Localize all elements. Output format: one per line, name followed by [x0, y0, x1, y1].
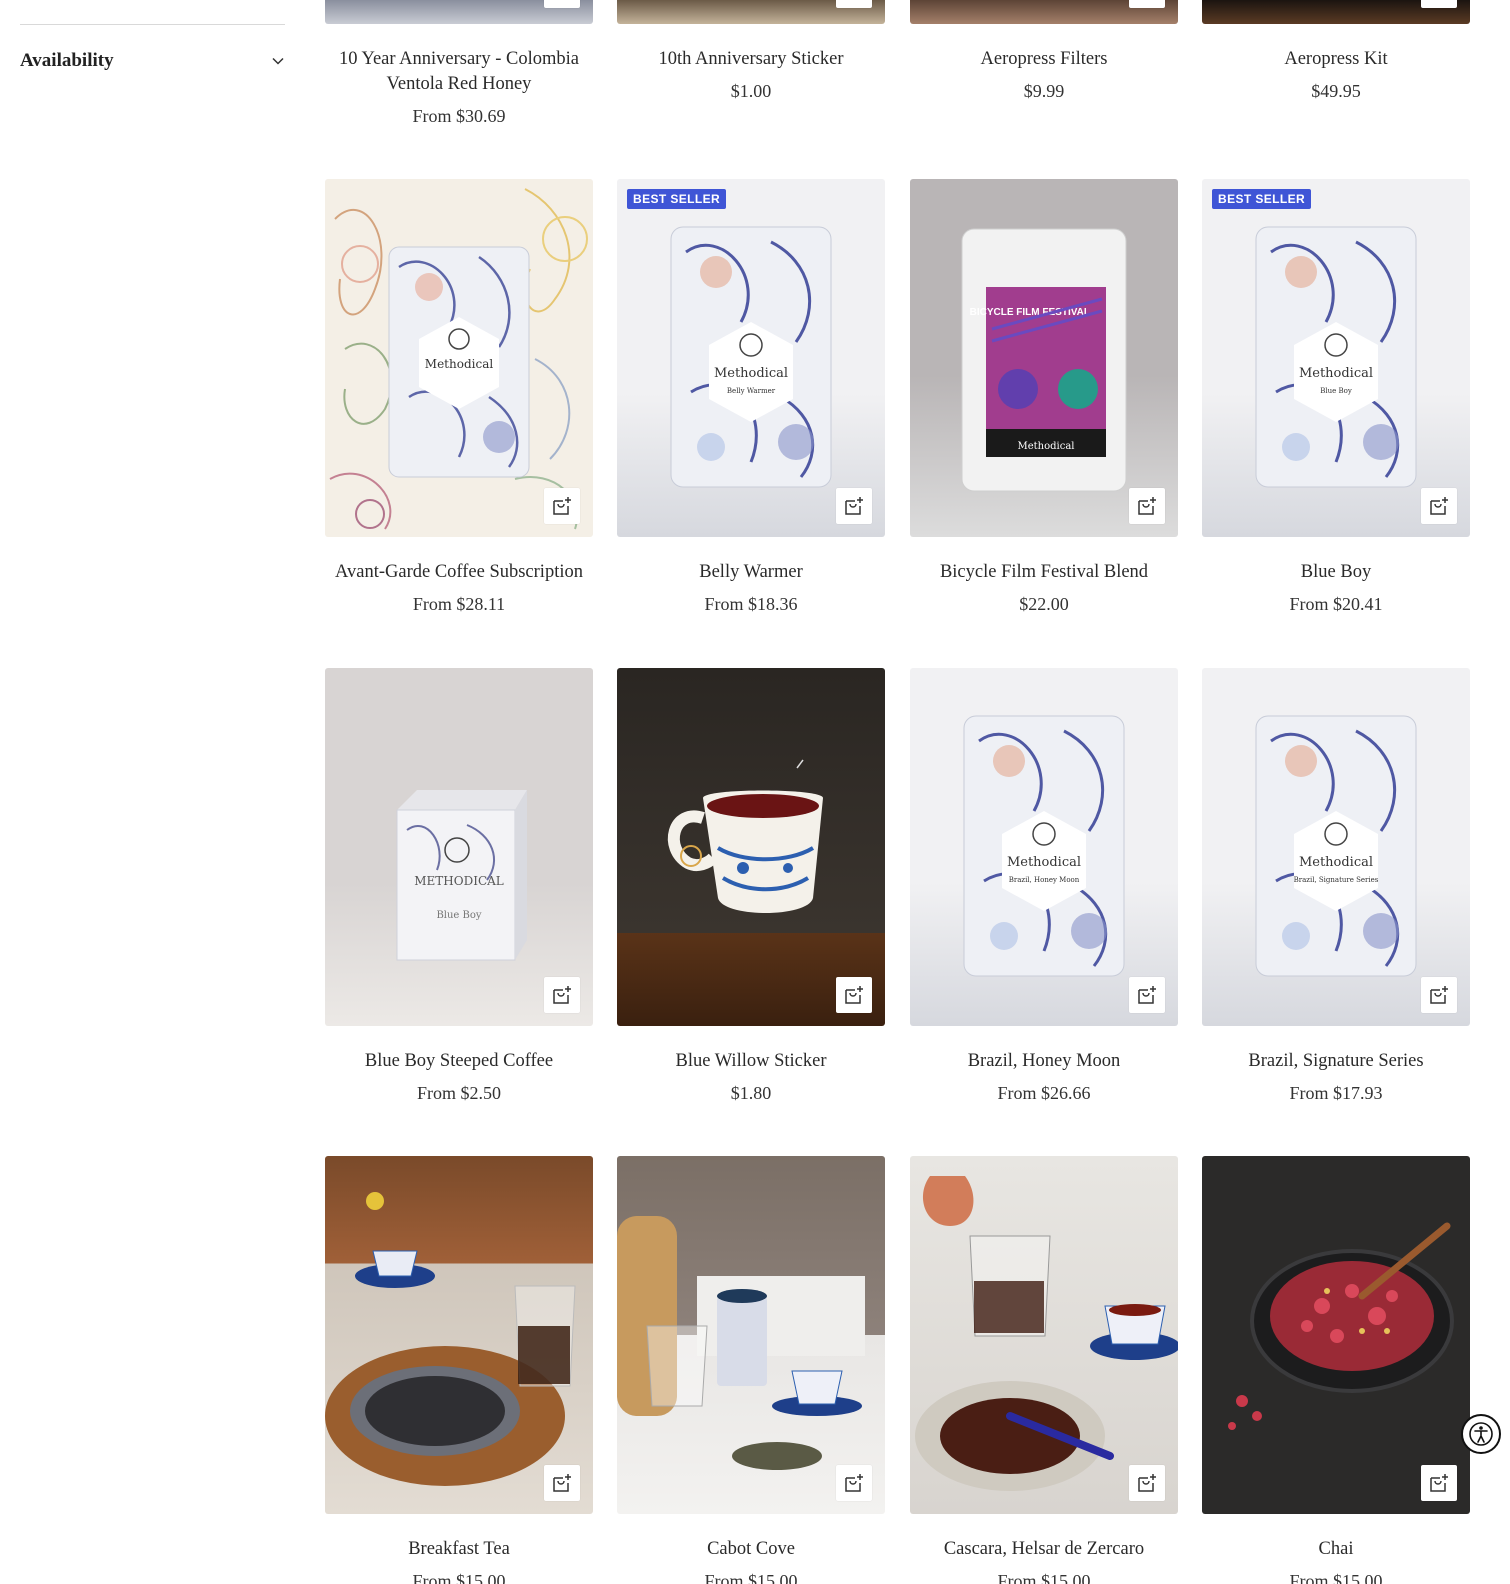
product-price: From $2.50: [416, 1083, 501, 1103]
product-price: $1.00: [730, 81, 772, 101]
product-image[interactable]: Methodical Brazil, Honey Moon: [910, 668, 1178, 1026]
sidebar-divider: [20, 24, 285, 25]
floral-bag-illustration: Methodical: [329, 188, 588, 530]
svg-text:Methodical: Methodical: [1299, 366, 1373, 381]
product-price: From $15.00: [704, 1571, 798, 1584]
tea-scene-illustration: [617, 1216, 865, 1470]
bag-plus-icon[interactable]: [544, 488, 580, 524]
availability-filter-toggle[interactable]: Availability: [20, 46, 285, 76]
chevron-down-icon: [271, 54, 285, 68]
tea-scene-illustration: [915, 1176, 1178, 1491]
product-price: From $20.41: [1289, 594, 1383, 614]
product-price: From $15.00: [997, 1571, 1091, 1584]
bag-plus-icon[interactable]: [836, 0, 872, 8]
tea-scene-illustration: [325, 1192, 576, 1486]
product-price: From $15.00: [412, 1571, 506, 1584]
product-image[interactable]: METHODICAL Blue Boy: [325, 668, 593, 1026]
product-price: From $15.00: [1289, 1571, 1383, 1584]
product-price: From $17.93: [1289, 1083, 1383, 1103]
best-seller-badge: BEST SELLER: [627, 189, 727, 209]
product-title[interactable]: Bicycle Film Festival Blend: [902, 560, 1186, 585]
tea-bowl-illustration: [1228, 1222, 1454, 1430]
coffee-bag-illustration: Methodical Brazil, Signature Series: [1255, 715, 1417, 977]
product-image[interactable]: [617, 0, 885, 24]
bag-plus-icon[interactable]: [836, 488, 872, 524]
bag-plus-icon[interactable]: [1421, 1465, 1457, 1501]
svg-text:Blue Boy: Blue Boy: [436, 910, 481, 921]
product-title[interactable]: Belly Warmer: [609, 560, 893, 585]
product-title[interactable]: Avant-Garde Coffee Subscription: [317, 560, 601, 585]
svg-text:Methodical: Methodical: [1007, 855, 1081, 870]
bag-plus-icon[interactable]: [1421, 488, 1457, 524]
product-price: From $30.69: [412, 106, 506, 126]
product-title[interactable]: Aeropress Filters: [902, 47, 1186, 72]
product-title[interactable]: Blue Boy: [1194, 560, 1478, 585]
product-image[interactable]: BICYCLE FILM FESTIVAL Methodical: [910, 179, 1178, 537]
collection-page: Availability 10 Year Anniversary - Colom…: [0, 0, 1510, 1584]
bag-plus-icon[interactable]: [1129, 977, 1165, 1013]
product-price: $22.00: [1019, 594, 1069, 614]
bag-plus-icon[interactable]: [836, 1465, 872, 1501]
bag-plus-icon[interactable]: [1421, 977, 1457, 1013]
best-seller-badge: BEST SELLER: [1212, 189, 1312, 209]
product-image[interactable]: Methodical Brazil, Signature Series: [1202, 668, 1470, 1026]
coffee-box-illustration: METHODICAL Blue Boy: [396, 790, 527, 961]
product-image[interactable]: [910, 1156, 1178, 1514]
svg-text:Belly Warmer: Belly Warmer: [727, 387, 776, 395]
svg-text:METHODICAL: METHODICAL: [414, 874, 504, 888]
bag-plus-icon[interactable]: [1129, 488, 1165, 524]
product-image[interactable]: Methodical Blue Boy BEST SELLER: [1202, 179, 1470, 537]
availability-filter-label: Availability: [20, 50, 114, 71]
product-title[interactable]: Blue Willow Sticker: [609, 1049, 893, 1074]
svg-text:Brazil, Signature Series: Brazil, Signature Series: [1294, 876, 1379, 884]
product-image[interactable]: [617, 1156, 885, 1514]
svg-text:Methodical: Methodical: [425, 357, 494, 371]
product-title[interactable]: Chai: [1194, 1537, 1478, 1562]
product-title[interactable]: Blue Boy Steeped Coffee: [317, 1049, 601, 1074]
product-image[interactable]: [325, 0, 593, 24]
svg-text:Methodical: Methodical: [1018, 441, 1075, 452]
product-price: From $26.66: [997, 1083, 1091, 1103]
product-image[interactable]: Methodical: [325, 179, 593, 537]
bag-plus-icon[interactable]: [836, 977, 872, 1013]
product-title[interactable]: Aeropress Kit: [1194, 47, 1478, 72]
product-title[interactable]: Brazil, Honey Moon: [902, 1049, 1186, 1074]
coffee-bag-illustration: Methodical Blue Boy: [1255, 226, 1417, 488]
product-price: $9.99: [1023, 81, 1065, 101]
accessibility-icon[interactable]: [1461, 1414, 1501, 1454]
product-price: From $18.36: [704, 594, 798, 614]
svg-text:Methodical: Methodical: [714, 366, 788, 381]
product-title[interactable]: Brazil, Signature Series: [1194, 1049, 1478, 1074]
product-price: $49.95: [1311, 81, 1361, 101]
product-price: $1.80: [730, 1083, 772, 1103]
coffee-bag-illustration: Methodical Brazil, Honey Moon: [963, 715, 1125, 977]
svg-text:Blue Boy: Blue Boy: [1320, 387, 1352, 395]
bag-plus-icon[interactable]: [1421, 0, 1457, 8]
coffee-bag-illustration: Methodical Belly Warmer: [670, 226, 832, 488]
bag-plus-icon[interactable]: [1129, 1465, 1165, 1501]
bag-plus-icon[interactable]: [544, 1465, 580, 1501]
bag-plus-icon[interactable]: [544, 977, 580, 1013]
product-title[interactable]: Cascara, Helsar de Zercaro: [902, 1537, 1186, 1562]
product-image[interactable]: Methodical Belly Warmer BEST SELLER: [617, 179, 885, 537]
bag-plus-icon[interactable]: [1129, 0, 1165, 8]
product-image[interactable]: [1202, 1156, 1470, 1514]
svg-text:Methodical: Methodical: [1299, 855, 1373, 870]
product-price: From $28.11: [412, 594, 506, 614]
product-title[interactable]: Cabot Cove: [609, 1537, 893, 1562]
product-image[interactable]: [325, 1156, 593, 1514]
teacup-sticker-illustration: [667, 759, 823, 913]
product-title[interactable]: Breakfast Tea: [317, 1537, 601, 1562]
product-image[interactable]: [617, 668, 885, 1026]
bag-plus-icon[interactable]: [544, 0, 580, 8]
product-image[interactable]: [910, 0, 1178, 24]
product-image[interactable]: [1202, 0, 1470, 24]
product-title[interactable]: 10th Anniversary Sticker: [609, 47, 893, 72]
product-title[interactable]: 10 Year Anniversary - Colombia Ventola R…: [317, 47, 601, 97]
svg-text:Brazil, Honey Moon: Brazil, Honey Moon: [1009, 876, 1080, 884]
coffee-bag-illustration: BICYCLE FILM FESTIVAL Methodical: [961, 228, 1127, 492]
